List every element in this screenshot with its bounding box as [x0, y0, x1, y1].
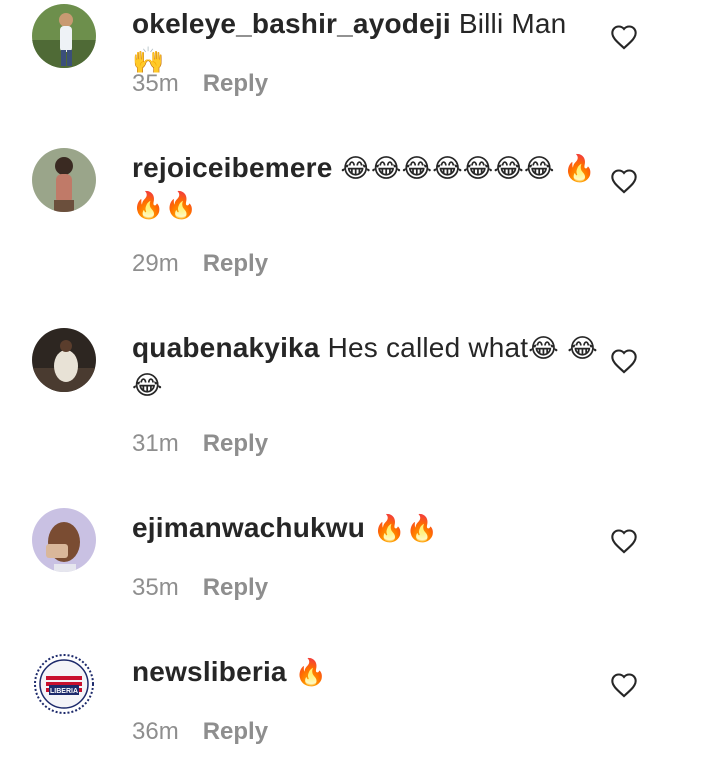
avatar[interactable]: [32, 148, 96, 212]
comment-meta: 36m Reply: [132, 718, 268, 746]
comment-time: 31m: [132, 430, 179, 457]
heart-outline-icon[interactable]: [610, 672, 638, 698]
comment-meta: 35m Reply: [132, 70, 268, 98]
reply-button[interactable]: Reply: [203, 430, 268, 457]
heart-outline-icon[interactable]: [610, 168, 638, 194]
reply-button[interactable]: Reply: [203, 718, 268, 745]
comment-body: ejimanwachukwu 🔥🔥: [132, 510, 602, 547]
comment-emoji: 🔥: [294, 658, 328, 688]
comment-username[interactable]: rejoiceibemere: [132, 152, 332, 183]
comment-body: quabenakyika Hes called what😂 😂😂: [132, 330, 602, 404]
comment-time: 35m: [132, 574, 179, 601]
comment-time: 35m: [132, 70, 179, 97]
comment-meta: 29m Reply: [132, 250, 268, 278]
avatar[interactable]: [32, 328, 96, 392]
reply-button[interactable]: Reply: [203, 250, 268, 277]
heart-outline-icon[interactable]: [610, 348, 638, 374]
comment-text: Hes called what: [327, 332, 529, 363]
avatar[interactable]: [32, 4, 96, 68]
comment-username[interactable]: newsliberia: [132, 656, 287, 687]
avatar[interactable]: [32, 508, 96, 572]
comment-emoji: 🔥🔥: [373, 514, 439, 544]
heart-outline-icon[interactable]: [610, 24, 638, 50]
heart-outline-icon[interactable]: [610, 528, 638, 554]
comment-username[interactable]: ejimanwachukwu: [132, 512, 365, 543]
reply-button[interactable]: Reply: [203, 70, 268, 97]
comment-meta: 31m Reply: [132, 430, 268, 458]
comment-username[interactable]: quabenakyika: [132, 332, 320, 363]
comment-meta: 35m Reply: [132, 574, 268, 602]
comment-text: Billi Man: [458, 8, 567, 39]
avatar-badge-text: LIBERIA: [50, 688, 78, 695]
comment-body: okeleye_bashir_ayodeji Billi Man 🙌: [132, 6, 602, 79]
comment-time: 36m: [132, 718, 179, 745]
comment-time: 29m: [132, 250, 179, 277]
comment-body: rejoiceibemere 😂😂😂😂😂😂😂 🔥🔥🔥: [132, 150, 602, 224]
avatar[interactable]: LIBERIA: [32, 652, 96, 716]
comment-username[interactable]: okeleye_bashir_ayodeji: [132, 8, 451, 39]
reply-button[interactable]: Reply: [203, 574, 268, 601]
comment-body: newsliberia 🔥: [132, 654, 602, 691]
